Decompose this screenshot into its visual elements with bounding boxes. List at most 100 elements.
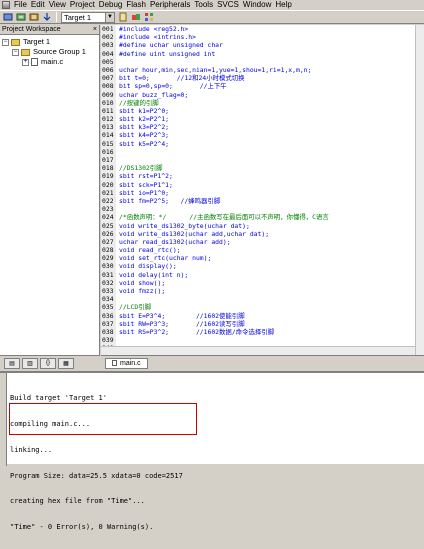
code-line[interactable]: 020 sbit sck=P1^1; — [101, 180, 424, 189]
menu-peripherals[interactable]: Peripherals — [148, 0, 192, 10]
menu-window[interactable]: Window — [241, 0, 273, 10]
line-number: 032 — [101, 278, 116, 287]
code-line[interactable]: 008 bit sp=0,sp=0; //上下午 — [101, 82, 424, 91]
code-line[interactable]: 004 #define uint unsigned int — [101, 49, 424, 58]
code-line[interactable]: 017 — [101, 156, 424, 165]
collapse-icon[interactable]: − — [12, 48, 19, 56]
translate-icon[interactable] — [2, 12, 14, 23]
tree-item-main-c[interactable]: + main.c — [2, 57, 99, 67]
code-line[interactable]: 016 — [101, 147, 424, 156]
code-area[interactable]: 001 #include <reg52.h> 002 #include <intrin… — [101, 25, 424, 355]
line-number: 008 — [101, 82, 116, 91]
code-line[interactable]: 025 void write_ds1302_byte(uchar dat); — [101, 221, 424, 230]
code-line[interactable]: 006 uchar hour,min,sec,nian=1,yue=1,shou=… — [101, 65, 424, 75]
line-number: 023 — [101, 205, 116, 214]
code-line[interactable]: 028 void read_rtc(); — [101, 246, 424, 255]
code-line[interactable]: 032 void show(); — [101, 278, 424, 287]
tab-templates-icon[interactable]: ▦ — [58, 357, 74, 369]
download-icon[interactable] — [41, 12, 53, 23]
code-line[interactable]: 012 sbit k2=P2^1; — [101, 115, 424, 124]
line-number: 011 — [101, 106, 116, 116]
line-number: 025 — [101, 221, 116, 230]
code-line[interactable]: 027 uchar read_ds1302(uchar add); — [101, 237, 424, 247]
line-number: 013 — [101, 123, 116, 132]
menu-flash[interactable]: Flash — [124, 0, 148, 10]
menu-project[interactable]: Project — [68, 0, 97, 10]
code-line[interactable]: 001 #include <reg52.h> — [101, 25, 424, 34]
menu-debug[interactable]: Debug — [97, 0, 125, 10]
line-number: 007 — [101, 74, 116, 83]
code-line[interactable]: 015 sbit k5=P2^4; — [101, 139, 424, 148]
collapse-icon[interactable]: − — [2, 38, 9, 46]
menu-svcs[interactable]: SVCS — [215, 0, 241, 10]
workspace-tabs: ▤ ▥ {} ▦ — [0, 355, 100, 370]
tab-project-icon[interactable]: ▤ — [4, 357, 20, 369]
chevron-down-icon[interactable]: ▼ — [105, 12, 114, 22]
code-text: void set_rtc(uchar num); — [119, 254, 212, 263]
file-extensions-icon[interactable] — [130, 12, 142, 23]
vertical-scrollbar[interactable] — [415, 25, 424, 355]
code-text: sbit RS=P3^2; //1602数据/命令选择引脚 — [119, 327, 275, 336]
code-line[interactable]: 019 sbit rst=P1^2; — [101, 172, 424, 181]
line-number: 015 — [101, 139, 116, 148]
line-number: 014 — [101, 131, 116, 140]
line-number: 018 — [101, 164, 116, 173]
code-line[interactable]: 018//DS1302引脚 — [101, 164, 424, 173]
code-line[interactable]: 035//LCD引脚 — [101, 303, 424, 312]
code-line[interactable]: 024/*函数声明：*/ //主函数写在最后面可以不声明，你懂得，C语言 — [101, 213, 424, 222]
build-icon[interactable] — [15, 12, 27, 23]
output-line: creating hex file from "Time"... — [10, 497, 145, 506]
code-line[interactable]: 014 sbit k4=P2^3; — [101, 131, 424, 140]
code-text: sbit io=P1^0; — [119, 188, 170, 197]
code-text: void write_ds1302_byte(uchar dat); — [119, 221, 250, 230]
code-line[interactable]: 009 uchar buzz_flag=0; — [101, 90, 424, 99]
code-line[interactable]: 036 sbit E=P3^4; //1602使能引脚 — [101, 311, 424, 320]
close-icon[interactable]: × — [93, 26, 97, 33]
menu-file[interactable]: File — [12, 0, 29, 10]
target-folder-icon — [11, 38, 20, 46]
code-line[interactable]: 039 — [101, 336, 424, 345]
tree-item-source-group[interactable]: − Source Group 1 — [2, 47, 99, 57]
code-editor[interactable]: 001 #include <reg52.h> 002 #include <intrin… — [101, 25, 424, 355]
menu-view[interactable]: View — [47, 0, 68, 10]
tree-item-target[interactable]: − Target 1 — [2, 37, 99, 47]
expand-icon[interactable]: + — [22, 58, 29, 66]
code-line[interactable]: 022 sbit fm=P2^5; //蜂鸣器引脚 — [101, 196, 424, 206]
line-number: 037 — [101, 319, 116, 328]
line-number: 017 — [101, 156, 116, 165]
menu-tools[interactable]: Tools — [192, 0, 215, 10]
menu-help[interactable]: Help — [273, 0, 293, 10]
manage-icon[interactable] — [143, 12, 155, 23]
code-line[interactable]: 026 void write_ds1302(uchar add,uchar dat… — [101, 229, 424, 238]
code-line[interactable]: 030 void display(); — [101, 262, 424, 271]
code-text: sbit sck=P1^1; — [119, 180, 173, 189]
target-select[interactable]: Target 1 ▼ — [61, 11, 115, 23]
code-line[interactable]: 002 #include <intrins.h> — [101, 33, 424, 42]
target-options-icon[interactable] — [117, 12, 129, 23]
line-number: 012 — [101, 115, 116, 124]
tab-functions-icon[interactable]: {} — [40, 357, 56, 369]
code-text: //LCD引脚 — [119, 303, 152, 312]
code-text: void delay(int n); — [119, 270, 189, 279]
code-line[interactable]: 031 void delay(int n); — [101, 270, 424, 279]
code-line[interactable]: 021 sbit io=P1^0; — [101, 188, 424, 197]
horizontal-scrollbar[interactable] — [101, 346, 415, 355]
rebuild-icon[interactable] — [28, 12, 40, 23]
code-text: sbit E=P3^4; //1602使能引脚 — [119, 311, 245, 320]
tab-books-icon[interactable]: ▥ — [22, 357, 38, 369]
menu-edit[interactable]: Edit — [29, 0, 47, 10]
code-line[interactable]: 037 sbit RW=P3^3; //1602读写引脚 — [101, 319, 424, 328]
code-line[interactable]: 038 sbit RS=P3^2; //1602数据/命令选择引脚 — [101, 327, 424, 337]
tab-main-c[interactable]: main.c — [105, 357, 148, 369]
code-line[interactable]: 013 sbit k3=P2^2; — [101, 123, 424, 132]
code-line[interactable]: 005 — [101, 57, 424, 66]
code-line[interactable]: 029 void set_rtc(uchar num); — [101, 254, 424, 263]
output-line: "Time" - 0 Error(s), 0 Warning(s). — [10, 523, 154, 532]
code-line[interactable]: 033 void fmzz(); — [101, 287, 424, 296]
line-number: 006 — [101, 65, 116, 75]
code-text: void show(); — [119, 278, 166, 287]
code-line[interactable]: 010//按键的引脚 — [101, 98, 424, 107]
code-line[interactable]: 011 sbit k1=P2^0; — [101, 106, 424, 116]
code-line[interactable]: 003 #define uchar unsigned char — [101, 41, 424, 50]
